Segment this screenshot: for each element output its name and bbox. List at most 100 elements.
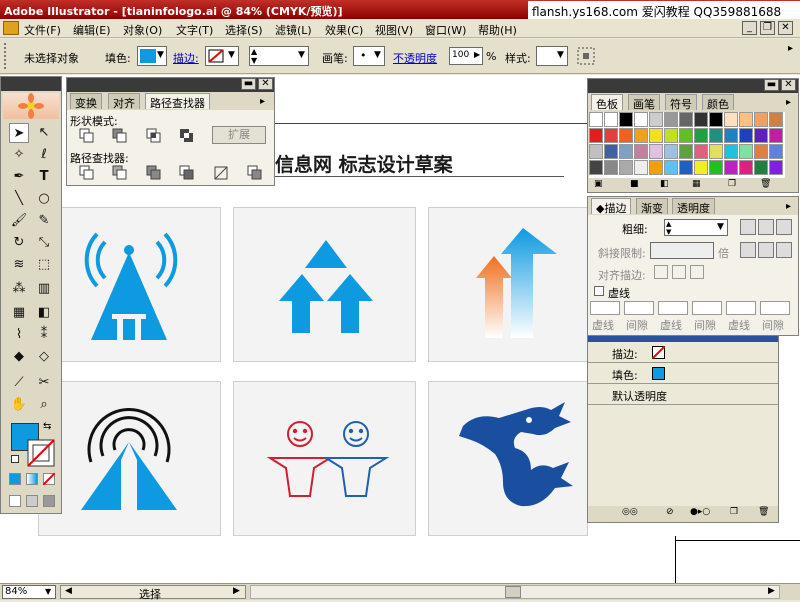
stroke-swatch-dropdown[interactable]: ▼	[205, 46, 239, 66]
intersect-icon[interactable]	[146, 128, 162, 144]
color-swatch[interactable]	[679, 128, 693, 143]
none-mode-icon[interactable]	[43, 473, 55, 485]
mesh-tool-icon[interactable]: ▦	[9, 303, 29, 323]
lasso-tool-icon[interactable]: ℓ	[34, 145, 54, 165]
color-swatch[interactable]	[634, 112, 648, 127]
rotate-tool-icon[interactable]: ↻	[9, 233, 29, 253]
cap-square-icon[interactable]	[776, 219, 792, 235]
color-swatch[interactable]	[664, 144, 678, 159]
color-mode-icon[interactable]	[9, 473, 21, 485]
color-swatch[interactable]	[754, 144, 768, 159]
menu-select[interactable]: 选择(S)	[225, 22, 263, 38]
color-swatch[interactable]	[709, 160, 723, 175]
miter-input[interactable]	[650, 242, 714, 259]
gradient-mode-icon[interactable]	[26, 473, 38, 485]
tab-transparency[interactable]: 透明度	[672, 198, 715, 215]
show-kinds-icon[interactable]: ▣	[594, 179, 603, 189]
logo-card-6[interactable]	[428, 381, 588, 536]
expand-button[interactable]: 扩展	[212, 126, 266, 144]
color-swatch[interactable]	[619, 160, 633, 175]
reduce-icon[interactable]: ●▸○	[690, 507, 710, 517]
color-swatch[interactable]	[709, 144, 723, 159]
join-round-icon[interactable]	[758, 242, 774, 258]
crop-icon[interactable]	[179, 165, 195, 181]
cap-round-icon[interactable]	[758, 219, 774, 235]
default-colors-icon[interactable]	[11, 455, 19, 463]
appearance-row-opacity[interactable]: 默认透明度	[588, 385, 778, 405]
color-swatch[interactable]	[664, 160, 678, 175]
dash-gap-input[interactable]	[590, 301, 620, 315]
panel-menu-icon[interactable]: ▸	[260, 96, 265, 107]
clear-appearance-icon[interactable]: ⊘	[666, 507, 674, 517]
stroke-weight-input[interactable]: ▲ ▼ ▼	[249, 46, 309, 66]
color-swatch[interactable]	[619, 144, 633, 159]
dash-gap-input[interactable]	[692, 301, 722, 315]
show-color-icon[interactable]: ■	[630, 179, 639, 189]
minus-back-icon[interactable]	[247, 165, 263, 181]
weight-input[interactable]: ▲ ▼ ▼	[664, 219, 728, 236]
tab-swatches[interactable]: 色板	[591, 94, 623, 111]
warp-tool-icon[interactable]: ≋	[9, 255, 29, 275]
align-outside-icon[interactable]	[690, 265, 704, 279]
slice-tool-icon[interactable]: ⟋	[9, 373, 29, 393]
color-swatch[interactable]	[604, 160, 618, 175]
menu-filter[interactable]: 滤镜(L)	[275, 22, 312, 38]
dashed-checkbox[interactable]	[594, 286, 604, 296]
color-swatch[interactable]	[649, 128, 663, 143]
stroke-link[interactable]: 描边:	[173, 50, 199, 66]
color-swatch[interactable]	[709, 112, 723, 127]
tab-pathfinder[interactable]: 路径查找器	[145, 93, 210, 110]
color-swatch[interactable]	[649, 112, 663, 127]
screen-mode-full-icon[interactable]	[43, 495, 55, 507]
pencil-tool-icon[interactable]: ✎	[34, 211, 54, 231]
color-swatch[interactable]	[724, 144, 738, 159]
scissors-tool-icon[interactable]: ✂	[34, 373, 54, 393]
blend-tool-icon[interactable]: ⁑	[34, 325, 54, 345]
show-gradient-icon[interactable]: ◧	[660, 179, 669, 189]
divide-icon[interactable]	[79, 165, 95, 181]
dash-gap-input[interactable]	[726, 301, 756, 315]
fill-swatch-dropdown[interactable]: ▼	[137, 46, 167, 66]
toolbox-titlebar[interactable]	[1, 77, 61, 91]
logo-card-3[interactable]	[428, 207, 588, 362]
color-swatch[interactable]	[724, 128, 738, 143]
color-swatch[interactable]	[634, 144, 648, 159]
color-swatch[interactable]	[754, 128, 768, 143]
scale-tool-icon[interactable]: ⤡	[34, 233, 54, 253]
trim-icon[interactable]	[112, 165, 128, 181]
appearance-row-fill[interactable]: 填色:	[588, 364, 778, 384]
chevron-right-icon[interactable]: ▶	[474, 50, 480, 59]
color-swatch[interactable]	[769, 160, 783, 175]
panel-menu-icon[interactable]: ▸	[786, 97, 791, 108]
zoom-tool-icon[interactable]: ⌕	[34, 395, 54, 415]
live-paint-selection-icon[interactable]: ◇	[34, 347, 54, 367]
delete-icon[interactable]: 🗑	[758, 507, 769, 517]
new-swatch-icon[interactable]: ❐	[728, 179, 736, 189]
color-swatch[interactable]	[754, 112, 768, 127]
color-swatch[interactable]	[694, 128, 708, 143]
join-miter-icon[interactable]	[740, 242, 756, 258]
screen-mode-normal-icon[interactable]	[9, 495, 21, 507]
dash-gap-input[interactable]	[624, 301, 654, 315]
color-swatch[interactable]	[694, 112, 708, 127]
color-swatch[interactable]	[604, 128, 618, 143]
pen-tool-icon[interactable]: ✒	[9, 167, 29, 187]
opacity-link[interactable]: 不透明度	[393, 50, 437, 66]
minimize-icon[interactable]: ▬	[764, 79, 779, 91]
menu-help[interactable]: 帮助(H)	[478, 22, 517, 38]
color-swatch[interactable]	[649, 144, 663, 159]
join-bevel-icon[interactable]	[776, 242, 792, 258]
menu-effect[interactable]: 效果(C)	[325, 22, 363, 38]
swatch-grid[interactable]	[589, 112, 785, 178]
merge-icon[interactable]	[146, 165, 162, 181]
color-swatch[interactable]	[694, 144, 708, 159]
color-swatch[interactable]	[724, 112, 738, 127]
color-swatch[interactable]	[754, 160, 768, 175]
color-swatch[interactable]	[724, 160, 738, 175]
tab-gradient[interactable]: 渐变	[636, 198, 668, 215]
color-swatch[interactable]	[739, 144, 753, 159]
stepper-icon[interactable]: ▲ ▼	[251, 47, 257, 65]
panel-menu-icon[interactable]: ▸	[786, 201, 791, 212]
exclude-icon[interactable]	[179, 128, 195, 144]
menu-window[interactable]: 窗口(W)	[425, 22, 466, 38]
